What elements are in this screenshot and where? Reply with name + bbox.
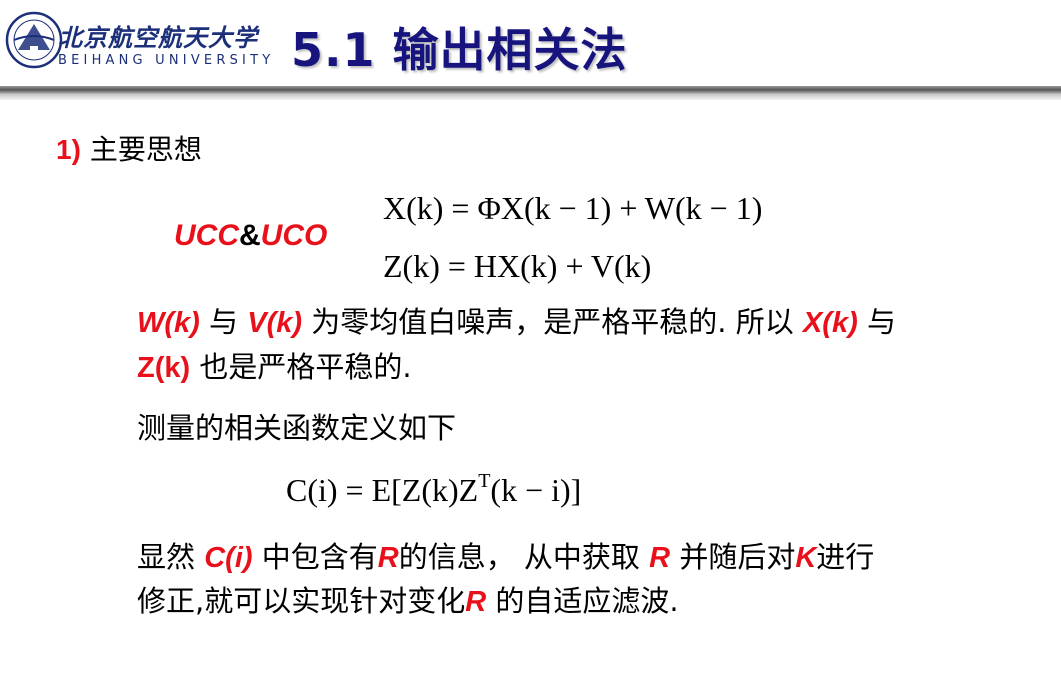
conclusion-line-2: 修正,就可以实现针对变化R 的自适应滤波. bbox=[137, 578, 679, 620]
transpose-superscript: T bbox=[478, 470, 491, 492]
conclusion-line-1: 显然 C(i) 中包含有R的信息， 从中获取 R 并随后对K进行 bbox=[137, 534, 874, 576]
text-fragment: 与 bbox=[199, 305, 248, 339]
term-x: X(k) bbox=[802, 307, 858, 339]
text-fragment: 为零均值白噪声，是严格平稳的. 所以 bbox=[302, 305, 803, 339]
stationarity-statement: Z(k) 也是严格平稳的. bbox=[137, 344, 412, 386]
noise-statement: W(k) 与 V(k) 为零均值白噪声，是严格平稳的. 所以 X(k) 与 bbox=[137, 299, 896, 341]
text-fragment: 修正,就可以实现针对变化 bbox=[137, 584, 466, 618]
text-fragment: 并随后对 bbox=[670, 540, 796, 574]
university-emblem-icon bbox=[5, 11, 63, 69]
section-number: 1) bbox=[56, 134, 81, 165]
label-uco: UCO bbox=[260, 219, 328, 252]
university-name-cn: 北京航空航天大学 bbox=[58, 23, 258, 52]
text-fragment: 的信息， 从中获取 bbox=[398, 540, 650, 574]
section-heading: 1) 主要思想 bbox=[56, 128, 202, 168]
label-ucc: UCC bbox=[174, 219, 239, 252]
term-v: V(k) bbox=[247, 307, 303, 339]
text-fragment: 也是严格平稳的. bbox=[190, 350, 412, 384]
measurement-equation: Z(k) = HX(k) + V(k) bbox=[383, 248, 652, 284]
term-z: Z(k) bbox=[137, 352, 191, 384]
text-fragment: 与 bbox=[857, 305, 896, 339]
correlation-equation: C(i) = E[Z(k)ZT(k − i)] bbox=[286, 470, 582, 508]
model-label: UCC&UCO bbox=[174, 218, 327, 253]
term-w: W(k) bbox=[137, 307, 200, 339]
term-c: C(i) bbox=[204, 542, 253, 574]
text-fragment: 的自适应滤波. bbox=[486, 584, 679, 618]
correlation-definition-intro: 测量的相关函数定义如下 bbox=[137, 411, 457, 445]
text-fragment: 显然 bbox=[137, 540, 205, 574]
text-fragment: 中包含有 bbox=[252, 540, 378, 574]
text-fragment: 进行 bbox=[816, 540, 875, 574]
term-k: K bbox=[795, 542, 817, 574]
label-amp: & bbox=[239, 219, 261, 252]
section-title: 主要思想 bbox=[89, 133, 202, 166]
university-name-en: BEIHANG UNIVERSITY bbox=[58, 53, 275, 68]
term-r: R bbox=[465, 586, 487, 618]
title-divider bbox=[0, 86, 1061, 100]
term-r: R bbox=[377, 542, 399, 574]
slide-title: 5.1 输出相关法 bbox=[291, 23, 628, 77]
term-r: R bbox=[649, 542, 671, 574]
state-equation: X(k) = ΦX(k − 1) + W(k − 1) bbox=[383, 190, 763, 226]
